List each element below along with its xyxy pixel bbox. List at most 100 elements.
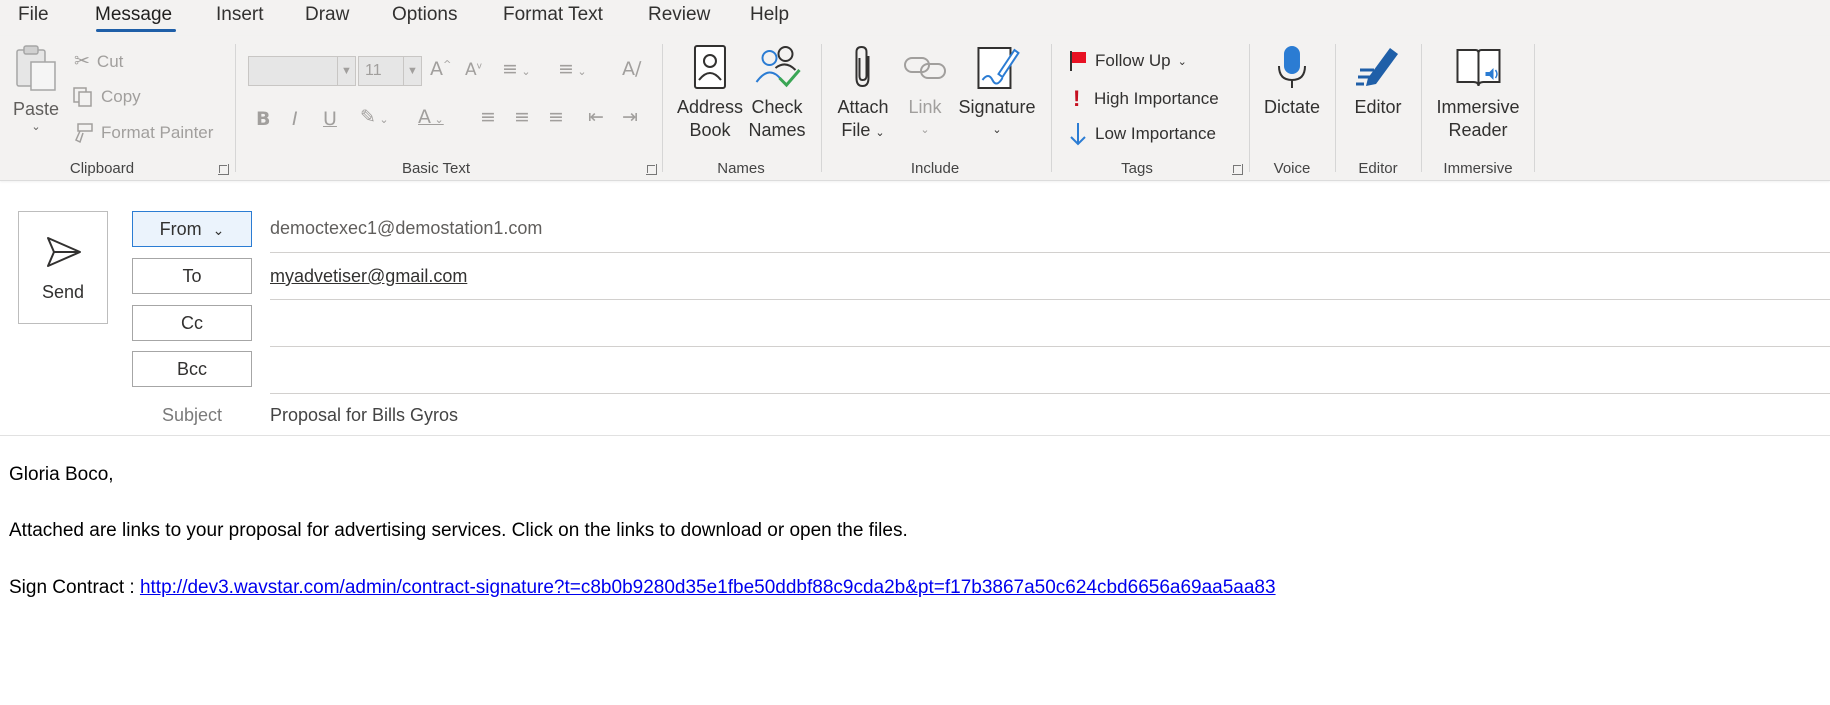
cc-button[interactable]: Cc — [132, 305, 252, 341]
immersive-reader-button[interactable]: Immersive Reader — [1436, 44, 1520, 142]
underline-button[interactable]: U — [323, 108, 337, 130]
check-names-icon — [755, 46, 801, 88]
editor-label: Editor — [1354, 97, 1402, 117]
copy-icon — [73, 87, 92, 107]
group-label-include: Include — [910, 160, 960, 177]
link-button[interactable]: Link ⌄ — [902, 44, 948, 142]
tab-format-text[interactable]: Format Text — [503, 4, 603, 26]
format-painter-button[interactable]: Format Painter — [72, 122, 213, 144]
font-name-combo[interactable]: ▼ — [248, 56, 356, 86]
immersive-label-2: Reader — [1448, 120, 1508, 140]
group-label-tags: Tags — [1121, 160, 1153, 177]
from-value[interactable]: democtexec1@demostation1.com — [270, 218, 542, 239]
bold-button[interactable]: B — [256, 108, 270, 130]
cut-button[interactable]: ✂ Cut — [74, 50, 123, 73]
header-divider — [0, 435, 1830, 436]
active-tab-indicator — [96, 29, 176, 32]
address-book-label-1: Address — [676, 97, 744, 117]
link-icon — [904, 57, 946, 79]
from-button[interactable]: From ⌄ — [132, 211, 252, 247]
paste-label: Paste — [12, 99, 60, 119]
address-book-button[interactable]: Address Book — [677, 44, 743, 142]
chevron-down-icon: ▼ — [337, 57, 355, 85]
align-right-icon[interactable]: ≡ — [548, 106, 564, 128]
increase-indent-icon[interactable]: ⇥ — [622, 106, 638, 128]
editor-button[interactable]: Editor — [1354, 44, 1402, 119]
tab-review[interactable]: Review — [648, 4, 710, 26]
follow-up-label: Follow Up — [1095, 51, 1171, 70]
send-button[interactable]: Send — [18, 211, 108, 324]
contract-signature-link[interactable]: http://dev3.wavstar.com/admin/contract-s… — [140, 577, 1276, 598]
shrink-font-icon[interactable]: Av — [465, 60, 482, 80]
subject-input[interactable]: Proposal for Bills Gyros — [270, 405, 458, 426]
chevron-down-icon: ⌄ — [212, 222, 225, 238]
bcc-field-underline — [270, 393, 1830, 394]
immersive-label-1: Immersive — [1436, 97, 1520, 117]
group-label-names: Names — [717, 160, 765, 177]
tags-launcher-icon[interactable] — [1232, 164, 1243, 175]
to-field-underline — [270, 299, 1830, 300]
high-importance-button[interactable]: ! High Importance — [1073, 86, 1219, 112]
signature-label: Signature — [958, 97, 1036, 117]
tab-message[interactable]: Message — [95, 4, 172, 26]
chevron-down-icon: ⌄ — [920, 124, 930, 136]
align-left-icon[interactable]: ≡ — [480, 106, 496, 128]
editor-pen-icon — [1356, 48, 1398, 86]
format-painter-icon — [75, 123, 93, 144]
copy-button[interactable]: Copy — [72, 86, 141, 108]
cc-field-underline — [270, 346, 1830, 347]
low-importance-label: Low Importance — [1095, 124, 1216, 143]
paste-icon — [16, 45, 56, 91]
divider — [1421, 44, 1422, 172]
italic-button[interactable]: I — [292, 108, 298, 130]
low-importance-button[interactable]: Low Importance — [1068, 122, 1216, 146]
greeting: Gloria Boco, — [9, 464, 114, 485]
signature-button[interactable]: Signature ⌄ — [958, 44, 1036, 142]
tab-options[interactable]: Options — [392, 4, 457, 26]
dictate-label: Dictate — [1263, 97, 1321, 117]
down-arrow-icon — [1070, 123, 1086, 146]
dictate-button[interactable]: Dictate — [1264, 44, 1320, 119]
align-center-icon[interactable]: ≡ — [514, 106, 530, 128]
group-label-immersive: Immersive — [1443, 160, 1513, 177]
group-label-clipboard: Clipboard — [69, 160, 135, 177]
highlight-icon[interactable]: ✎ ⌄ — [360, 106, 389, 128]
check-names-button[interactable]: Check Names — [748, 44, 806, 142]
attach-file-button[interactable]: Attach File ⌄ — [837, 44, 889, 145]
font-color-icon[interactable]: A ⌄ — [418, 106, 444, 128]
send-label: Send — [41, 282, 85, 302]
high-importance-label: High Importance — [1094, 89, 1219, 108]
from-label: From — [159, 219, 202, 239]
bullets-icon[interactable]: ≡ ⌄ — [502, 58, 531, 80]
check-names-label-1: Check — [751, 97, 803, 117]
font-size-value: 11 — [365, 62, 382, 79]
to-button[interactable]: To — [132, 258, 252, 294]
check-names-label-2: Names — [748, 120, 806, 140]
basic-text-launcher-icon[interactable] — [646, 164, 657, 175]
divider — [1534, 44, 1535, 172]
font-size-combo[interactable]: 11 ▼ — [358, 56, 422, 86]
exclamation-icon: ! — [1073, 86, 1081, 111]
tab-help[interactable]: Help — [750, 4, 789, 26]
address-book-label-2: Book — [689, 120, 731, 140]
format-painter-label: Format Painter — [101, 123, 214, 142]
ribbon: Paste ⌄ ✂ Cut Copy Format Painter Clipbo… — [0, 36, 1830, 181]
group-label-basic-text: Basic Text — [401, 160, 471, 177]
tab-draw[interactable]: Draw — [305, 4, 349, 26]
grow-font-icon[interactable]: A^ — [430, 58, 451, 80]
bcc-button[interactable]: Bcc — [132, 351, 252, 387]
tab-file[interactable]: File — [18, 4, 49, 26]
numbering-icon[interactable]: ≡ ⌄ — [558, 58, 587, 80]
follow-up-button[interactable]: Follow Up ⌄ — [1068, 50, 1187, 72]
paste-button[interactable]: Paste ⌄ — [13, 44, 59, 133]
divider — [270, 252, 1830, 253]
divider — [235, 44, 236, 172]
attach-label-2: File — [841, 120, 871, 140]
clear-formatting-icon[interactable]: A∕ — [622, 58, 641, 80]
tab-insert[interactable]: Insert — [216, 4, 264, 26]
clipboard-launcher-icon[interactable] — [218, 164, 229, 175]
scissors-icon: ✂ — [74, 51, 90, 72]
to-recipient[interactable]: myadvetiser@gmail.com — [270, 266, 467, 287]
decrease-indent-icon[interactable]: ⇤ — [588, 106, 604, 128]
divider — [1335, 44, 1336, 172]
